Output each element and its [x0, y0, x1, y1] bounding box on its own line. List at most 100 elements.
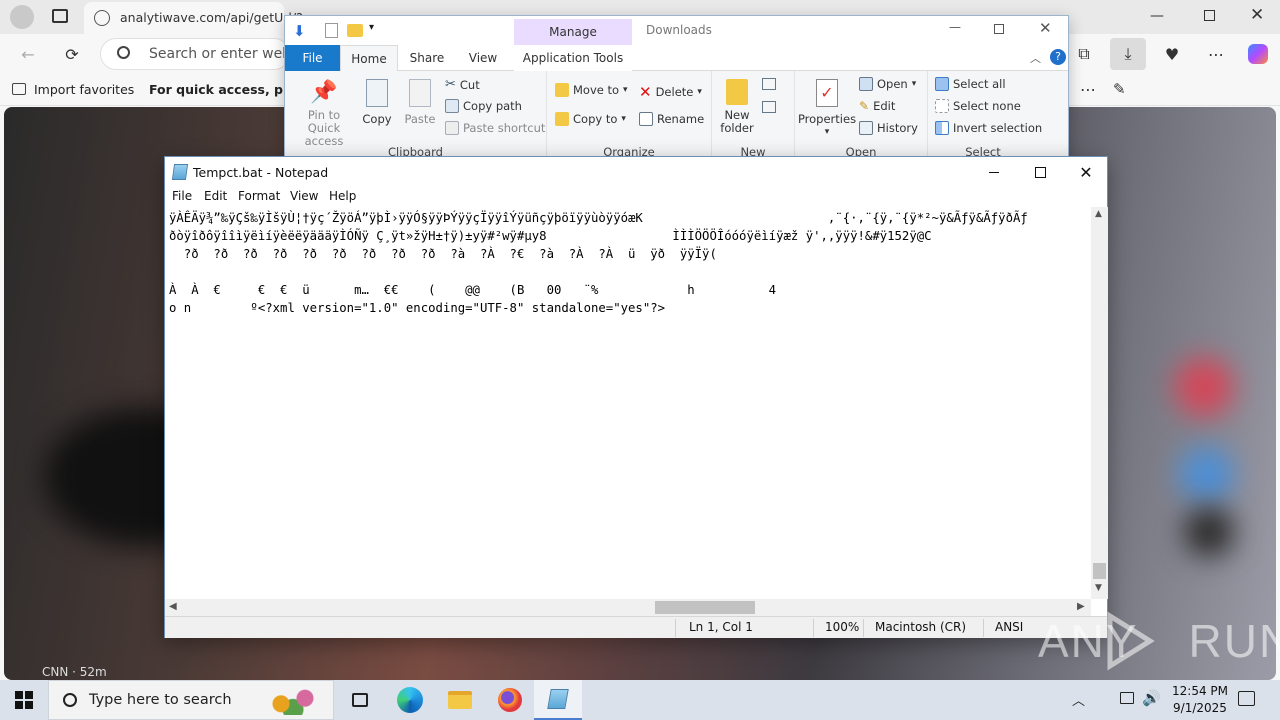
- file-explorer-taskbar-button[interactable]: [436, 680, 484, 720]
- editor-line: ðòÿîðôÿîîìÿëìíÿèëëÿäääÿÌÓÑÿ Ç¸ÿt»žÿH±†ÿ)…: [169, 229, 932, 243]
- firefox-taskbar-button[interactable]: [486, 680, 534, 720]
- manage-tab[interactable]: Manage: [514, 19, 632, 45]
- easy-access-icon[interactable]: [762, 101, 776, 113]
- explorer-close-button[interactable]: ✕: [1039, 19, 1052, 37]
- scroll-left-arrow-icon[interactable]: ◀: [169, 601, 177, 612]
- new-folder-button[interactable]: New folder: [716, 79, 758, 135]
- notepad-icon: [171, 164, 189, 180]
- select-group: Select all Select none Invert selection …: [928, 71, 1042, 159]
- firefox-icon: [498, 688, 522, 712]
- properties-button[interactable]: ✓ Properties ▾: [798, 79, 856, 139]
- text-editor[interactable]: ÿÀÊÄÿ¾”‰ÿÇš‰ÿÌšÿÙ¦†ÿç´ŽÿöÁ”ÿþÌ›ÿÿÓ§ÿÿÞÝÿ…: [165, 207, 1091, 599]
- select-all-icon: [935, 77, 949, 91]
- notepad-window: Tempct.bat - Notepad ✕ File Edit Format …: [164, 156, 1108, 638]
- menu-edit[interactable]: Edit: [204, 189, 227, 203]
- menu-view[interactable]: View: [290, 189, 318, 203]
- scissors-icon: ✂: [445, 77, 456, 92]
- copilot-icon[interactable]: [1240, 38, 1276, 70]
- profile-avatar[interactable]: [10, 5, 34, 29]
- window-restore-button[interactable]: [1204, 10, 1215, 21]
- import-favorites-link[interactable]: Import favorites: [34, 82, 134, 97]
- notepad-icon: [547, 689, 569, 709]
- vertical-scrollbar[interactable]: ▲ ▼: [1091, 207, 1108, 599]
- refresh-button[interactable]: ⟳: [54, 38, 90, 70]
- pin-quick-access-button[interactable]: 📌 Pin to Quick access: [290, 81, 358, 148]
- properties-icon: ✓: [816, 79, 838, 107]
- explorer-title: Downloads: [646, 23, 712, 37]
- more-icon[interactable]: ⋯: [1080, 80, 1096, 99]
- edge-taskbar-button[interactable]: [386, 680, 434, 720]
- pin-icon[interactable]: ✎: [1113, 80, 1126, 98]
- delete-button[interactable]: ✕ Delete ▾: [639, 83, 702, 101]
- organize-group: Move to ▾ Copy to ▾ ✕ Delete ▾ Rename Organi…: [547, 71, 712, 159]
- properties-qat-icon[interactable]: [325, 23, 338, 38]
- notepad-maximize-button[interactable]: [1017, 157, 1063, 187]
- editor-line: ?ð ?ð ?ð ?ð ?ð ?ð ?ð ?ð ?ð ?à ?À ?€ ?à ?…: [169, 247, 740, 261]
- task-view-button[interactable]: [336, 680, 384, 720]
- search-icon: [63, 693, 77, 707]
- scroll-down-arrow-icon[interactable]: ▼: [1095, 583, 1102, 593]
- window-close-button[interactable]: ✕: [1250, 5, 1264, 25]
- status-zoom: 100%: [825, 620, 860, 634]
- more-menu-icon[interactable]: ⋯: [1198, 38, 1234, 70]
- clock-date[interactable]: 9/1/2025: [1170, 701, 1230, 715]
- clock-time[interactable]: 12:54 PM: [1170, 684, 1230, 698]
- qat-dropdown-icon[interactable]: ▾: [369, 22, 374, 33]
- history-button[interactable]: History: [859, 121, 918, 135]
- new-item-icon[interactable]: [762, 78, 776, 90]
- scroll-up-arrow-icon[interactable]: ▲: [1095, 209, 1102, 219]
- downloads-button[interactable]: ⤓: [1110, 38, 1146, 70]
- back-button[interactable]: ←: [10, 38, 46, 70]
- explorer-minimize-button[interactable]: —: [949, 20, 961, 34]
- horizontal-scrollbar[interactable]: ◀ ▶: [165, 599, 1091, 616]
- cut-button[interactable]: ✂ Cut: [445, 77, 480, 92]
- explorer-maximize-button[interactable]: [994, 24, 1004, 34]
- network-icon[interactable]: [1120, 692, 1134, 704]
- tab-file[interactable]: File: [285, 45, 340, 71]
- notepad-statusbar: Ln 1, Col 1 100% Macintosh (CR) ANSI: [165, 616, 1107, 638]
- notepad-close-button[interactable]: ✕: [1063, 157, 1109, 187]
- performance-icon[interactable]: ♥: [1154, 38, 1190, 70]
- menu-help[interactable]: Help: [329, 189, 356, 203]
- open-button[interactable]: Open ▾: [859, 77, 916, 91]
- show-hidden-icons-button[interactable]: ︿: [1072, 690, 1085, 709]
- menu-format[interactable]: Format: [238, 189, 280, 203]
- rename-button[interactable]: Rename: [639, 112, 704, 126]
- copy-to-button[interactable]: Copy to ▾: [555, 112, 626, 126]
- edit-button[interactable]: ✎ Edit: [859, 99, 895, 113]
- help-icon[interactable]: ?: [1050, 49, 1066, 65]
- browser-tab-active[interactable]: analytiwave.com/api/getUrl/?w: [84, 2, 313, 34]
- copy-button[interactable]: Copy: [359, 79, 395, 126]
- windows-logo-icon: [15, 691, 33, 709]
- tab-application-tools[interactable]: Application Tools: [514, 45, 632, 71]
- tab-actions-icon[interactable]: [52, 9, 68, 23]
- vertical-scroll-thumb[interactable]: [1093, 563, 1106, 579]
- tab-home[interactable]: Home: [340, 45, 398, 71]
- notification-icon[interactable]: [1238, 691, 1255, 706]
- paste-shortcut-button[interactable]: Paste shortcut: [445, 121, 545, 135]
- tab-view[interactable]: View: [455, 45, 511, 71]
- address-bar[interactable]: Search or enter web a: [100, 38, 304, 70]
- copy-path-button[interactable]: Copy path: [445, 99, 522, 113]
- collections-icon[interactable]: ⧉: [1066, 38, 1102, 70]
- notepad-minimize-button[interactable]: [971, 157, 1017, 187]
- window-minimize-button[interactable]: —: [1150, 8, 1164, 24]
- start-button[interactable]: [0, 680, 48, 720]
- move-to-button[interactable]: Move to ▾: [555, 83, 628, 97]
- ribbon-collapse-icon[interactable]: ︿: [1030, 50, 1041, 66]
- notepad-taskbar-button[interactable]: [534, 680, 582, 720]
- select-none-button[interactable]: Select none: [935, 99, 1021, 113]
- edit-icon: ✎: [859, 99, 870, 113]
- horizontal-scroll-thumb[interactable]: [655, 601, 755, 614]
- invert-selection-button[interactable]: Invert selection: [935, 121, 1042, 135]
- paste-button[interactable]: Paste: [400, 79, 440, 126]
- edge-icon: [397, 687, 423, 713]
- taskbar-search[interactable]: Type here to search: [48, 680, 334, 720]
- status-encoding: ANSI: [995, 620, 1024, 634]
- folder-qat-icon[interactable]: [347, 24, 363, 37]
- select-all-button[interactable]: Select all: [935, 77, 1006, 91]
- menu-file[interactable]: File: [172, 189, 192, 203]
- tab-share[interactable]: Share: [401, 45, 453, 71]
- taskbar-search-input: Type here to search: [89, 692, 232, 708]
- volume-icon[interactable]: 🔊: [1142, 689, 1161, 707]
